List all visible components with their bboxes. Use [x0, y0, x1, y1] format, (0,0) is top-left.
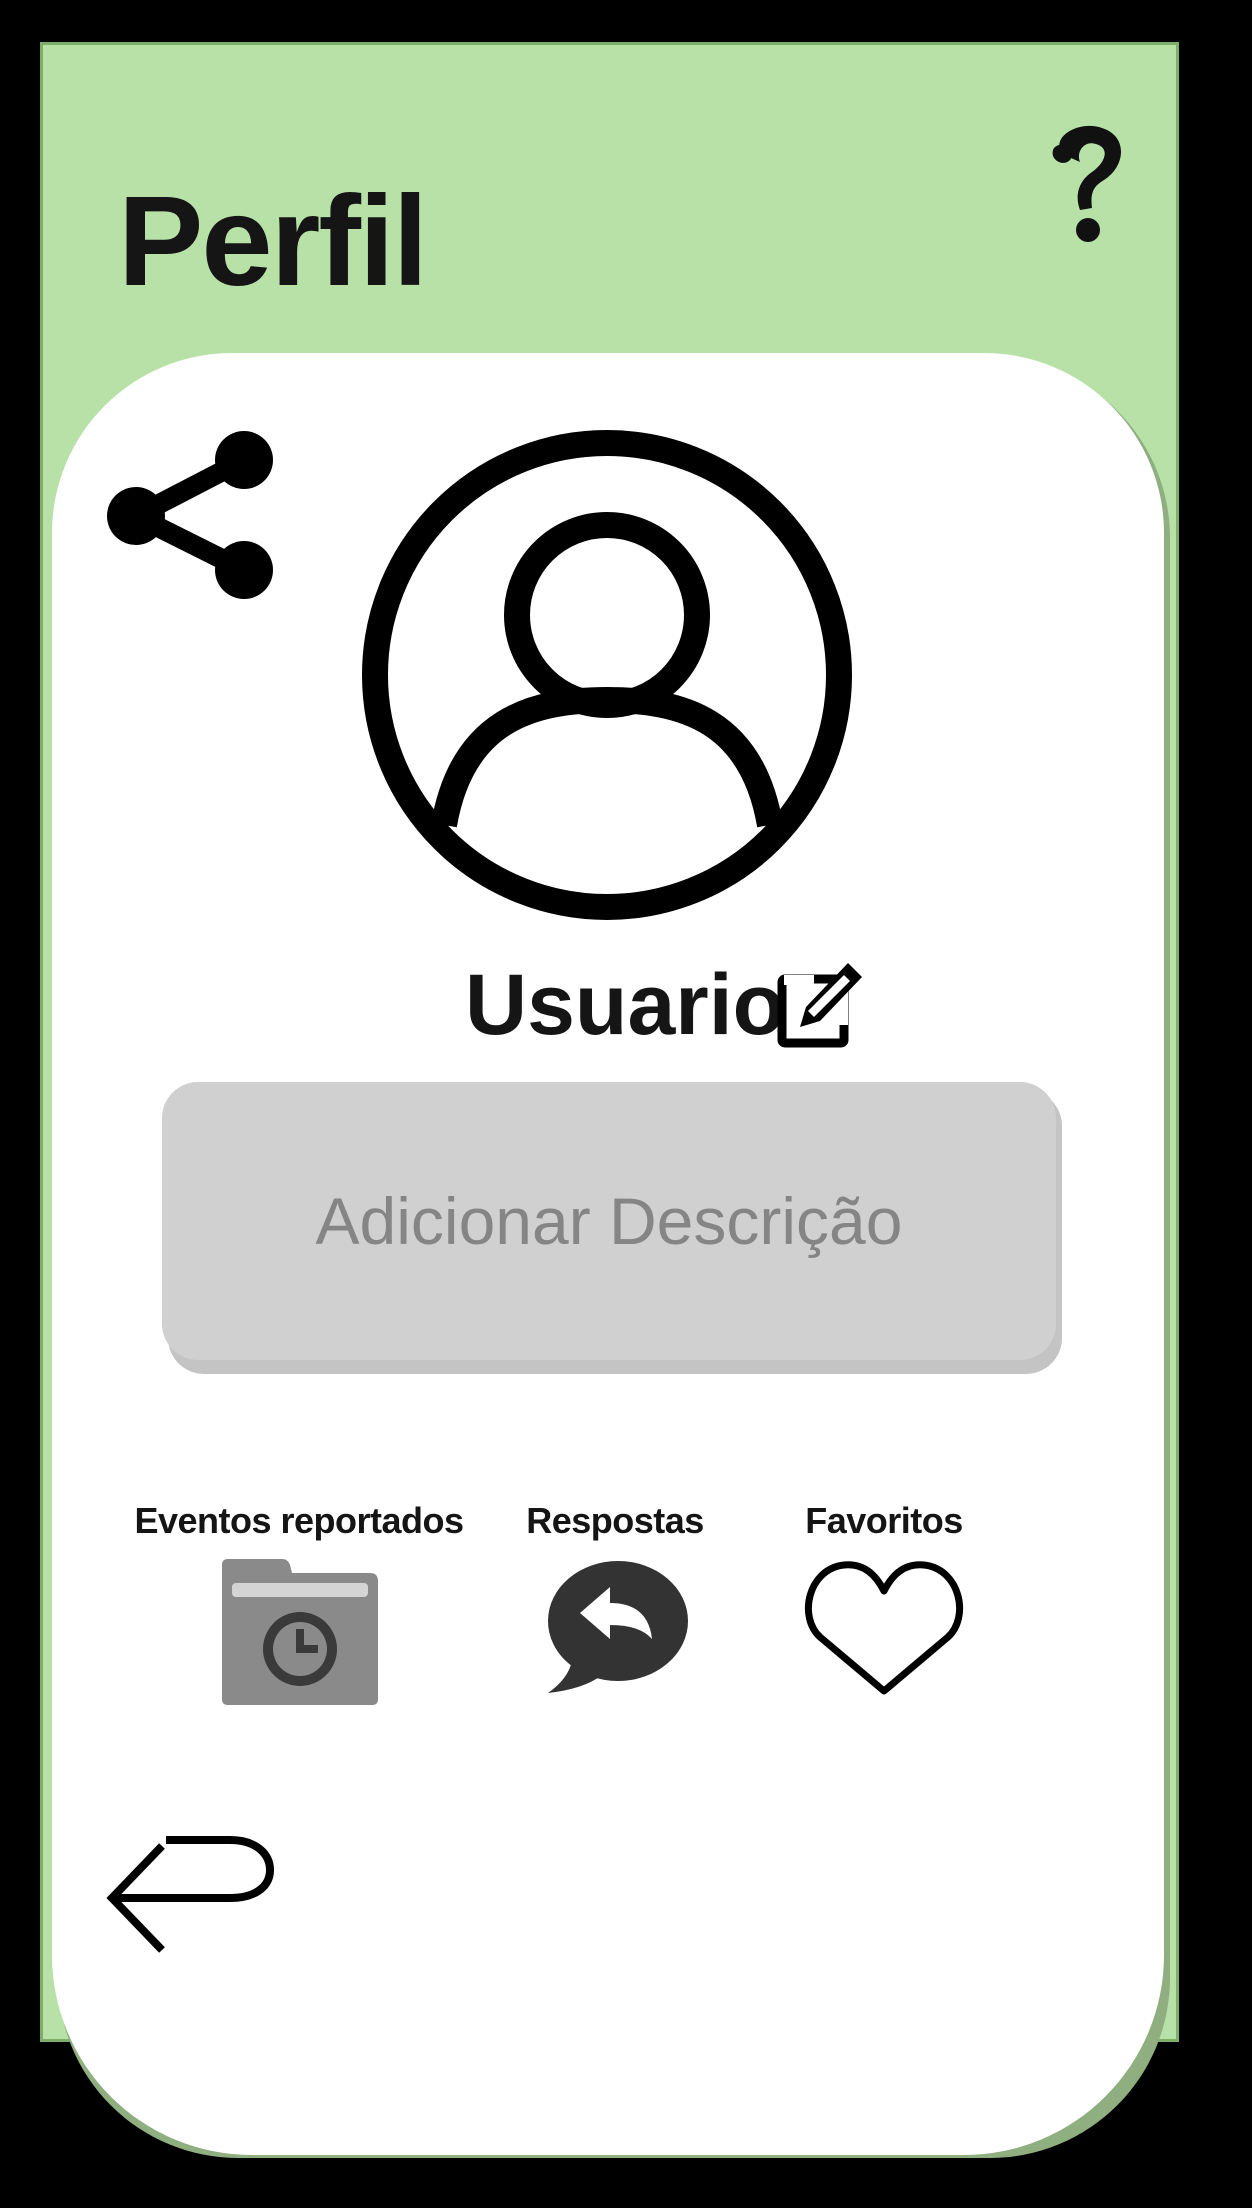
edit-square-icon[interactable] — [776, 959, 868, 1051]
action-label-respostas: Respostas — [526, 1500, 704, 1541]
action-label-eventos-reportados: Eventos reportados — [134, 1500, 464, 1541]
return-arrow-icon[interactable] — [106, 1832, 278, 1956]
username: Usuario — [465, 957, 786, 1053]
action-respostas[interactable]: Respostas — [500, 1495, 730, 1697]
question-mark-icon[interactable] — [1040, 118, 1136, 248]
user-circle-icon[interactable] — [362, 430, 852, 920]
action-label-favoritos: Favoritos — [805, 1500, 963, 1541]
page-title: Perfil — [118, 170, 428, 313]
action-favoritos[interactable]: Favoritos — [774, 1495, 994, 1697]
action-eventos-reportados[interactable]: Eventos reportados — [114, 1495, 484, 1707]
heart-icon — [804, 1561, 964, 1695]
share-icon[interactable] — [104, 428, 284, 606]
description-input[interactable]: Adicionar Descrição — [162, 1082, 1056, 1360]
folder-clock-icon — [222, 1559, 378, 1705]
reply-bubble-icon — [548, 1561, 688, 1693]
username-row: Usuario — [0, 955, 1252, 1055]
